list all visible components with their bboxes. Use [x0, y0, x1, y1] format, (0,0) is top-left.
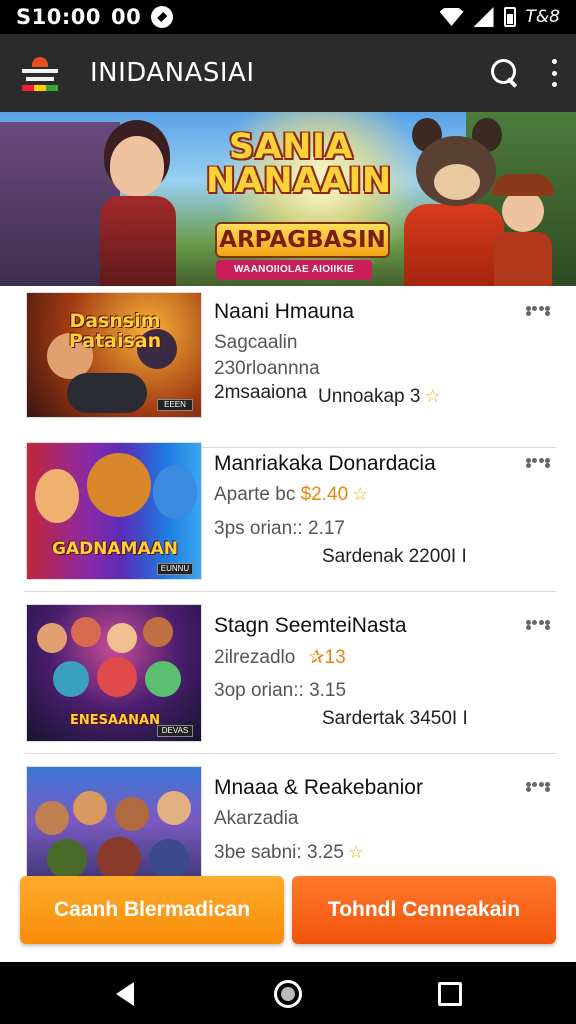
banner-subtitle: ARPAGBASIN [215, 222, 390, 258]
thumbnail-title: Dasnsim Pataisan [68, 310, 162, 352]
banner-tagline: WAANOIIOLAE AIOIIKIE [216, 260, 372, 280]
app-logo-icon[interactable] [20, 53, 60, 93]
star-icon: ☆ [352, 484, 369, 504]
game-thumbnail[interactable]: GADNAMAAN EUNNU [26, 442, 202, 580]
game-title[interactable]: Mnaaa & Reakebanior [214, 776, 423, 800]
game-thumbnail[interactable]: ENESAANAN DEVAS [26, 604, 202, 742]
notification-icon [151, 6, 174, 28]
game-meta: 3be sabni: 3.25 [214, 842, 344, 863]
primary-action-button[interactable]: Caanh Blermadican [20, 876, 284, 944]
game-size: Sardenak 2200I I [322, 546, 467, 567]
game-meta: 3ps orian:: 2.17 [214, 518, 345, 539]
battery-icon [503, 7, 516, 27]
thumbnail-title: GADNAMAAN [51, 539, 179, 559]
list-item[interactable]: Mnaaa & Reakebanior Akarzadia 3be sabni:… [24, 754, 556, 876]
game-subtitle: Akarzadia [214, 808, 299, 829]
game-meta: 230rloannna [214, 358, 320, 379]
game-subtitle: Aparte bc [214, 484, 296, 505]
game-title[interactable]: Stagn SeemteiNasta [214, 614, 407, 638]
game-meta: 3op orian:: 3.15 [214, 680, 347, 701]
battery-text: T&8 [525, 7, 560, 27]
signal-icon [473, 7, 494, 27]
game-rating-row: Unnoakap 3 ☆ [318, 386, 441, 408]
status-extra: 00 [110, 5, 142, 29]
home-icon[interactable] [274, 980, 302, 1008]
item-more-icon[interactable] [526, 620, 550, 630]
game-subtitle-row: 2ilrezadlo ✰13 [214, 646, 346, 669]
game-subtitle: Sagcaalin [214, 332, 298, 353]
more-options-icon[interactable] [550, 59, 558, 87]
star-icon: ☆ [424, 386, 441, 406]
game-title[interactable]: Naani Hmauna [214, 300, 354, 324]
game-price-row: Aparte bc $2.40 ☆ [214, 484, 368, 506]
thumbnail-badge: EUNNU [157, 563, 193, 575]
thumbnail-badge: EEEN [157, 399, 193, 411]
game-meta-row: 3be sabni: 3.25 ☆ [214, 842, 364, 864]
thumbnail-badge: DEVAS [157, 725, 193, 737]
promo-banner[interactable]: SANIA NANAAIN ARPAGBASIN WAANOIIOLAE AIO… [0, 112, 576, 286]
search-icon[interactable] [490, 58, 520, 88]
game-list: Dasnsim Pataisan EEEN Naani Hmauna Sagca… [0, 286, 576, 876]
recent-apps-icon[interactable] [438, 982, 462, 1006]
game-thumbnail[interactable] [26, 766, 202, 876]
status-bar: S10:00 00 T&8 [0, 0, 576, 34]
banner-hero-girl-illustration [82, 126, 202, 286]
secondary-action-button[interactable]: Tohndl Cenneakain [292, 876, 556, 944]
item-more-icon[interactable] [526, 306, 550, 316]
game-rating-label: Unnoakap 3 [318, 386, 421, 407]
item-more-icon[interactable] [526, 458, 550, 468]
list-item[interactable]: Dasnsim Pataisan EEEN Naani Hmauna Sagca… [24, 286, 556, 448]
system-nav-bar [0, 962, 576, 1024]
game-category: 2msaaiona [214, 382, 307, 403]
game-rating: ✰13 [308, 647, 346, 668]
game-price: $2.40 [300, 484, 349, 505]
game-size: Sardertak 3450I I [322, 708, 468, 729]
list-item[interactable]: ENESAANAN DEVAS Stagn SeemteiNasta 2ilre… [24, 592, 556, 754]
list-item[interactable]: GADNAMAAN EUNNU Manriakaka Donardacia Ap… [24, 430, 556, 592]
status-notification-icons [151, 6, 174, 28]
status-right-group: T&8 [439, 7, 560, 27]
back-icon[interactable] [116, 982, 134, 1006]
app-bar: INIDANASIAI [0, 34, 576, 112]
game-thumbnail[interactable]: Dasnsim Pataisan EEEN [26, 292, 202, 418]
status-time: S10:00 [16, 5, 101, 29]
banner-title: SANIA NANAAIN [206, 127, 392, 201]
wifi-icon [439, 8, 464, 26]
game-subtitle: 2ilrezadlo [214, 647, 296, 668]
app-title: INIDANASIAI [90, 58, 255, 88]
game-title[interactable]: Manriakaka Donardacia [214, 452, 436, 476]
star-icon: ☆ [347, 842, 365, 862]
item-more-icon[interactable] [526, 782, 550, 792]
banner-hero-boy-illustration [488, 174, 558, 286]
